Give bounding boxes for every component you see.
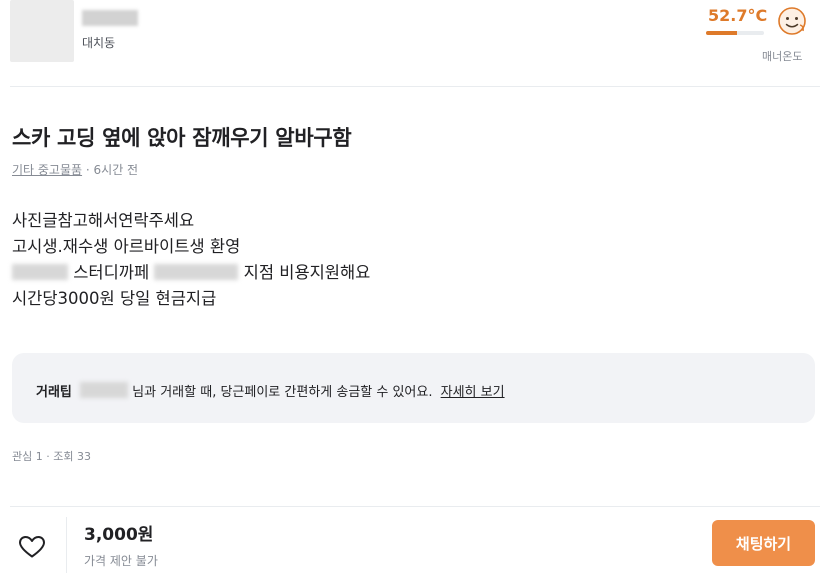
post-body-line: 시간당3000원 당일 현금지급 [12,289,217,308]
price: 3,000원 [84,525,154,545]
redacted-text [80,382,129,398]
trade-tip-label: 거래팁 [36,385,72,400]
bottom-action-bar: 3,000원 가격 제안 불가 채팅하기 [0,507,821,583]
heart-icon[interactable] [18,535,46,559]
manner-temperature-bar [706,31,764,35]
seller-name-redacted [82,10,138,26]
post-body-text: 지점 비용지원해요 [243,263,371,282]
post-meta: 기타 중고물품 · 6시간 전 [12,161,138,178]
trade-tip-message: 님과 거래할 때, 당근페이로 간편하게 송금할 수 있어요. [132,385,433,400]
manner-temperature-label: 매너온도 [762,50,803,63]
post-body-line: 고시생.재수생 아르바이트생 환영 [12,237,241,256]
post-stats: 관심 1 · 조회 33 [12,450,91,463]
post-title: 스카 고딩 옆에 앉아 잠깨우기 알바구함 [12,126,352,150]
post-body-line: 사진글참고해서연락주세요 [12,211,195,230]
divider [10,86,820,87]
chat-button[interactable]: 채팅하기 [712,520,815,566]
redacted-text [12,264,68,280]
post-body-text: 스터디까페 [73,263,150,282]
seller-avatar[interactable] [10,0,74,62]
trade-tip-box: 거래팁 님과 거래할 때, 당근페이로 간편하게 송금할 수 있어요. 자세히 … [12,353,815,423]
manner-temperature-value: 52.7°C [708,6,768,25]
seller-region: 대치동 [82,36,116,50]
post-category-link[interactable]: 기타 중고물품 [12,163,82,177]
post-body-line: 스터디까페 지점 비용지원해요 [12,260,370,286]
seller-profile[interactable]: 대치동 52.7°C 매너온도 [0,0,821,86]
trade-tip-detail-link[interactable]: 자세히 보기 [441,385,505,400]
divider [66,517,67,573]
trade-tip-text: 거래팁 님과 거래할 때, 당근페이로 간편하게 송금할 수 있어요. 자세히 … [36,381,505,400]
post-time: · 6시간 전 [85,163,139,177]
redacted-text [154,264,239,280]
manner-temperature-fill [706,31,737,35]
post-body: 사진글참고해서연락주세요 고시생.재수생 아르바이트생 환영 스터디까페 지점 … [12,208,370,312]
manner-face-icon [778,7,806,35]
price-negotiation-status: 가격 제안 불가 [84,554,158,568]
